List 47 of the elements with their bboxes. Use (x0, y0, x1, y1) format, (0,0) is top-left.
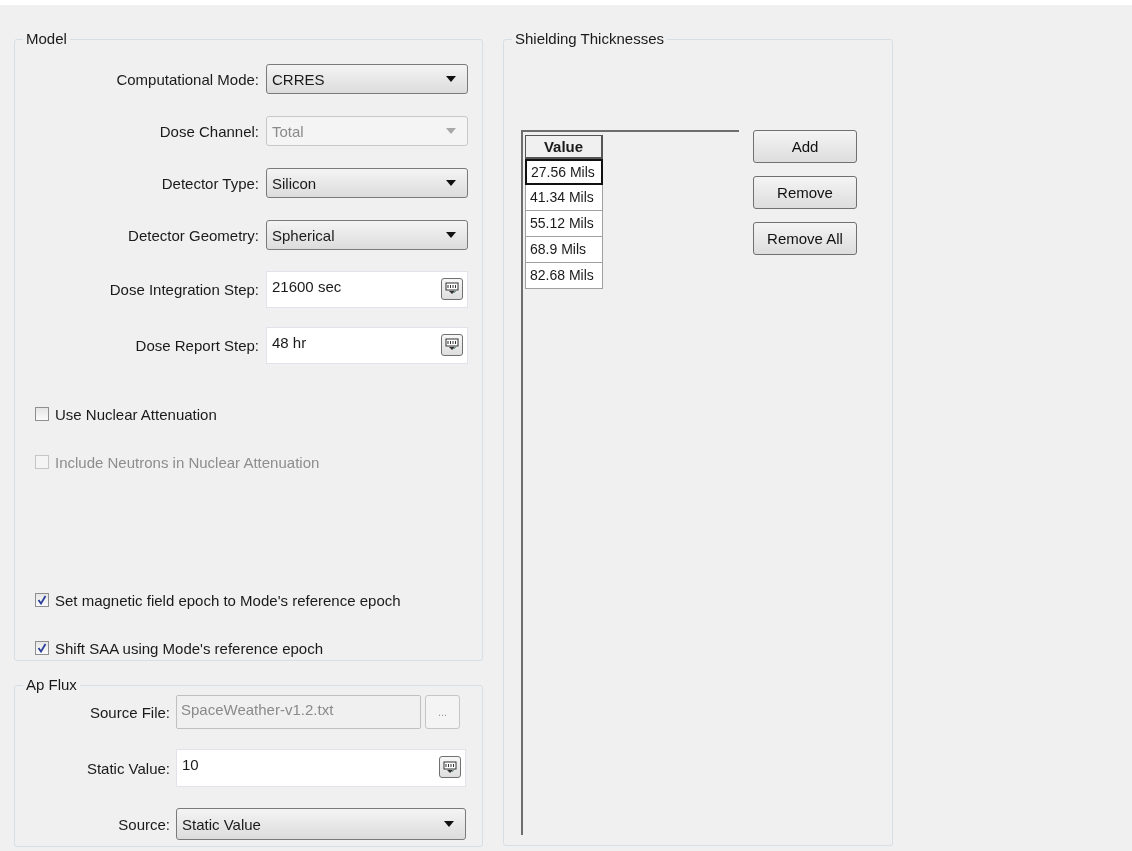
caret-icon (444, 821, 454, 827)
checkbox[interactable] (35, 641, 49, 655)
checkbox-label: Shift SAA using Mode's reference epoch (55, 639, 324, 657)
input-field[interactable]: 48 hr (266, 326, 468, 364)
keypad-icon (445, 338, 459, 351)
field-label: Dose Integration Step: (108, 280, 259, 298)
field-label: Detector Geometry: (127, 226, 259, 244)
table-cell[interactable]: 82.68 Mils (525, 263, 603, 289)
keypad-button[interactable] (441, 277, 463, 300)
group-title: Ap Flux (23, 676, 80, 694)
action-button[interactable]: Add (753, 130, 857, 163)
caret-icon (446, 232, 456, 238)
checkbox-label: Set magnetic field epoch to Mode's reference epoch (55, 591, 401, 609)
action-button[interactable]: Remove (753, 176, 857, 209)
field-label: Dose Channel: (158, 122, 259, 140)
keypad-icon (445, 282, 459, 295)
keypad-button[interactable] (441, 333, 463, 356)
checkbox-label: Use Nuclear Attenuation (55, 405, 217, 423)
field-label: Source: (117, 815, 170, 833)
field-label: Static Value: (85, 759, 170, 777)
dropdown[interactable]: Spherical (266, 220, 468, 250)
table-cell[interactable]: 27.56 Mils (525, 159, 603, 185)
field-label: Computational Mode: (115, 70, 259, 88)
group-title: Shielding Thicknesses (512, 30, 667, 48)
caret-icon (446, 128, 456, 134)
caret-icon (446, 180, 456, 186)
input-field[interactable]: 21600 sec (266, 270, 468, 308)
field-label: Dose Report Step: (134, 336, 259, 354)
column-header[interactable]: Value (525, 135, 603, 159)
action-button[interactable]: Remove All (753, 222, 857, 255)
checkbox-label: Include Neutrons in Nuclear Attenuation (55, 453, 320, 471)
field-label: Detector Type: (160, 174, 259, 192)
keypad-button[interactable] (439, 756, 461, 778)
input-field[interactable]: 10 (176, 749, 466, 787)
table-cell[interactable]: 55.12 Mils (525, 211, 603, 237)
keypad-icon (443, 760, 457, 774)
checkbox[interactable] (35, 593, 49, 607)
checkbox[interactable] (35, 407, 49, 421)
table-cell[interactable]: 68.9 Mils (525, 237, 603, 263)
table-cell[interactable]: 41.34 Mils (525, 185, 603, 211)
dropdown[interactable]: CRRES (266, 64, 468, 94)
dropdown[interactable]: Static Value (176, 808, 466, 840)
check-icon (37, 595, 47, 605)
dropdown[interactable]: Silicon (266, 168, 468, 198)
caret-icon (446, 76, 456, 82)
check-icon (37, 643, 47, 653)
field-label: Source File: (88, 703, 170, 721)
